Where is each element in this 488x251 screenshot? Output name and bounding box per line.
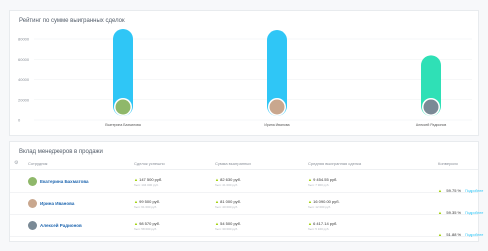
avg-deal-value: 9 454.55 руб. [313, 177, 338, 182]
manager-name-link[interactable]: Ирина Иванова [40, 201, 74, 206]
trend-up-icon: ▲ [438, 232, 442, 237]
avg-deal-value: 6 417.14 руб. [313, 221, 338, 226]
sum-won-prev: был: 30 000 руб. [215, 227, 239, 231]
avatar[interactable] [28, 177, 37, 186]
manager-name-link[interactable]: Екатерина Бахматова [40, 179, 89, 184]
col-avg-deal[interactable]: Средняя выигранная сделка [308, 161, 361, 166]
col-employee[interactable]: Сотрудник [28, 161, 47, 166]
avg-deal-prev: был: 12 000 руб. [308, 205, 332, 209]
col-sum-won[interactable]: Сумма выигранных [215, 161, 251, 166]
rating-chart-card: Рейтинг по сумме выигранных сделок 80000… [9, 10, 479, 136]
sum-won-value: 81 000 руб. [220, 199, 242, 204]
deals-won-prev: был: 104 000 руб. [134, 183, 159, 187]
col-conversion[interactable]: Конверсия [438, 161, 458, 166]
details-link[interactable]: Подробнее [465, 233, 483, 237]
y-tick-label: 40000 [18, 77, 30, 82]
trend-up-icon: ▲ [134, 221, 138, 226]
sum-won-prev: был: 40 000 руб. [215, 205, 239, 209]
bar-avatar [115, 99, 131, 115]
trend-up-icon: ▲ [134, 199, 138, 204]
y-tick-label: 60000 [18, 57, 30, 62]
bar-avatar [269, 99, 285, 115]
sum-won-prev: был: 41 000 руб. [215, 183, 239, 187]
y-tick-label: 20000 [18, 97, 30, 102]
deals-won-prev: был: 61 000 руб. [134, 205, 158, 209]
sum-won-value: 82 630 руб. [220, 177, 242, 182]
x-tick-label: Ирина Иванова [264, 123, 289, 127]
table-header: ⚙ Сотрудник Сделок успешно Сумма выигран… [10, 158, 478, 170]
trend-up-icon: ▲ [308, 177, 312, 182]
table-row: Екатерина Бахматова ▲ 147 500 руб. был: 1… [10, 171, 483, 193]
trend-up-icon: ▲ [308, 221, 312, 226]
conversion-value: 51.88 % [446, 232, 462, 237]
trend-up-icon: ▲ [215, 221, 219, 226]
y-tick-label: 0 [18, 118, 21, 123]
avatar[interactable] [28, 221, 37, 230]
trend-up-icon: ▲ [215, 199, 219, 204]
x-tick-label: Екатерина Бахматова [105, 123, 141, 127]
deals-won-value: 99 500 руб. [139, 199, 161, 204]
avatar[interactable] [28, 199, 37, 208]
deals-won-value: 98 570 руб. [139, 221, 161, 226]
settings-gear-icon[interactable]: ⚙ [14, 160, 18, 166]
deals-won-value: 147 500 руб. [139, 177, 163, 182]
table-title: Вклад менеджеров в продажи [19, 149, 103, 155]
avg-deal-prev: был: 7 900 руб. [308, 183, 330, 187]
avg-deal-prev: был: 5 100 руб. [308, 227, 330, 231]
trend-up-icon: ▲ [215, 177, 219, 182]
x-tick-label: Алексей Радионов [416, 123, 447, 127]
table-row: Ирина Иванова ▲ 99 500 руб. был: 61 000 р… [10, 193, 483, 215]
trend-up-icon: ▲ [308, 199, 312, 204]
sum-won-value: 54 500 руб. [220, 221, 242, 226]
bar-avatar [423, 99, 439, 115]
trend-up-icon: ▲ [134, 177, 138, 182]
manager-name-link[interactable]: Алексей Радионов [40, 223, 82, 228]
deals-won-prev: был: 58 000 руб. [134, 227, 158, 231]
avg-deal-value: 16 090.00 руб. [313, 199, 340, 204]
rating-bar-chart: 80000 60000 40000 20000 0 Екатерина Бахматова… [18, 29, 472, 127]
col-deals-won[interactable]: Сделок успешно [134, 161, 165, 166]
table-row: Алексей Радионов ▲ 98 570 руб. был: 58 00… [10, 215, 483, 237]
y-tick-label: 80000 [18, 37, 30, 42]
contribution-card: Вклад менеджеров в продажи ⚙ Сотрудник С… [9, 141, 483, 242]
